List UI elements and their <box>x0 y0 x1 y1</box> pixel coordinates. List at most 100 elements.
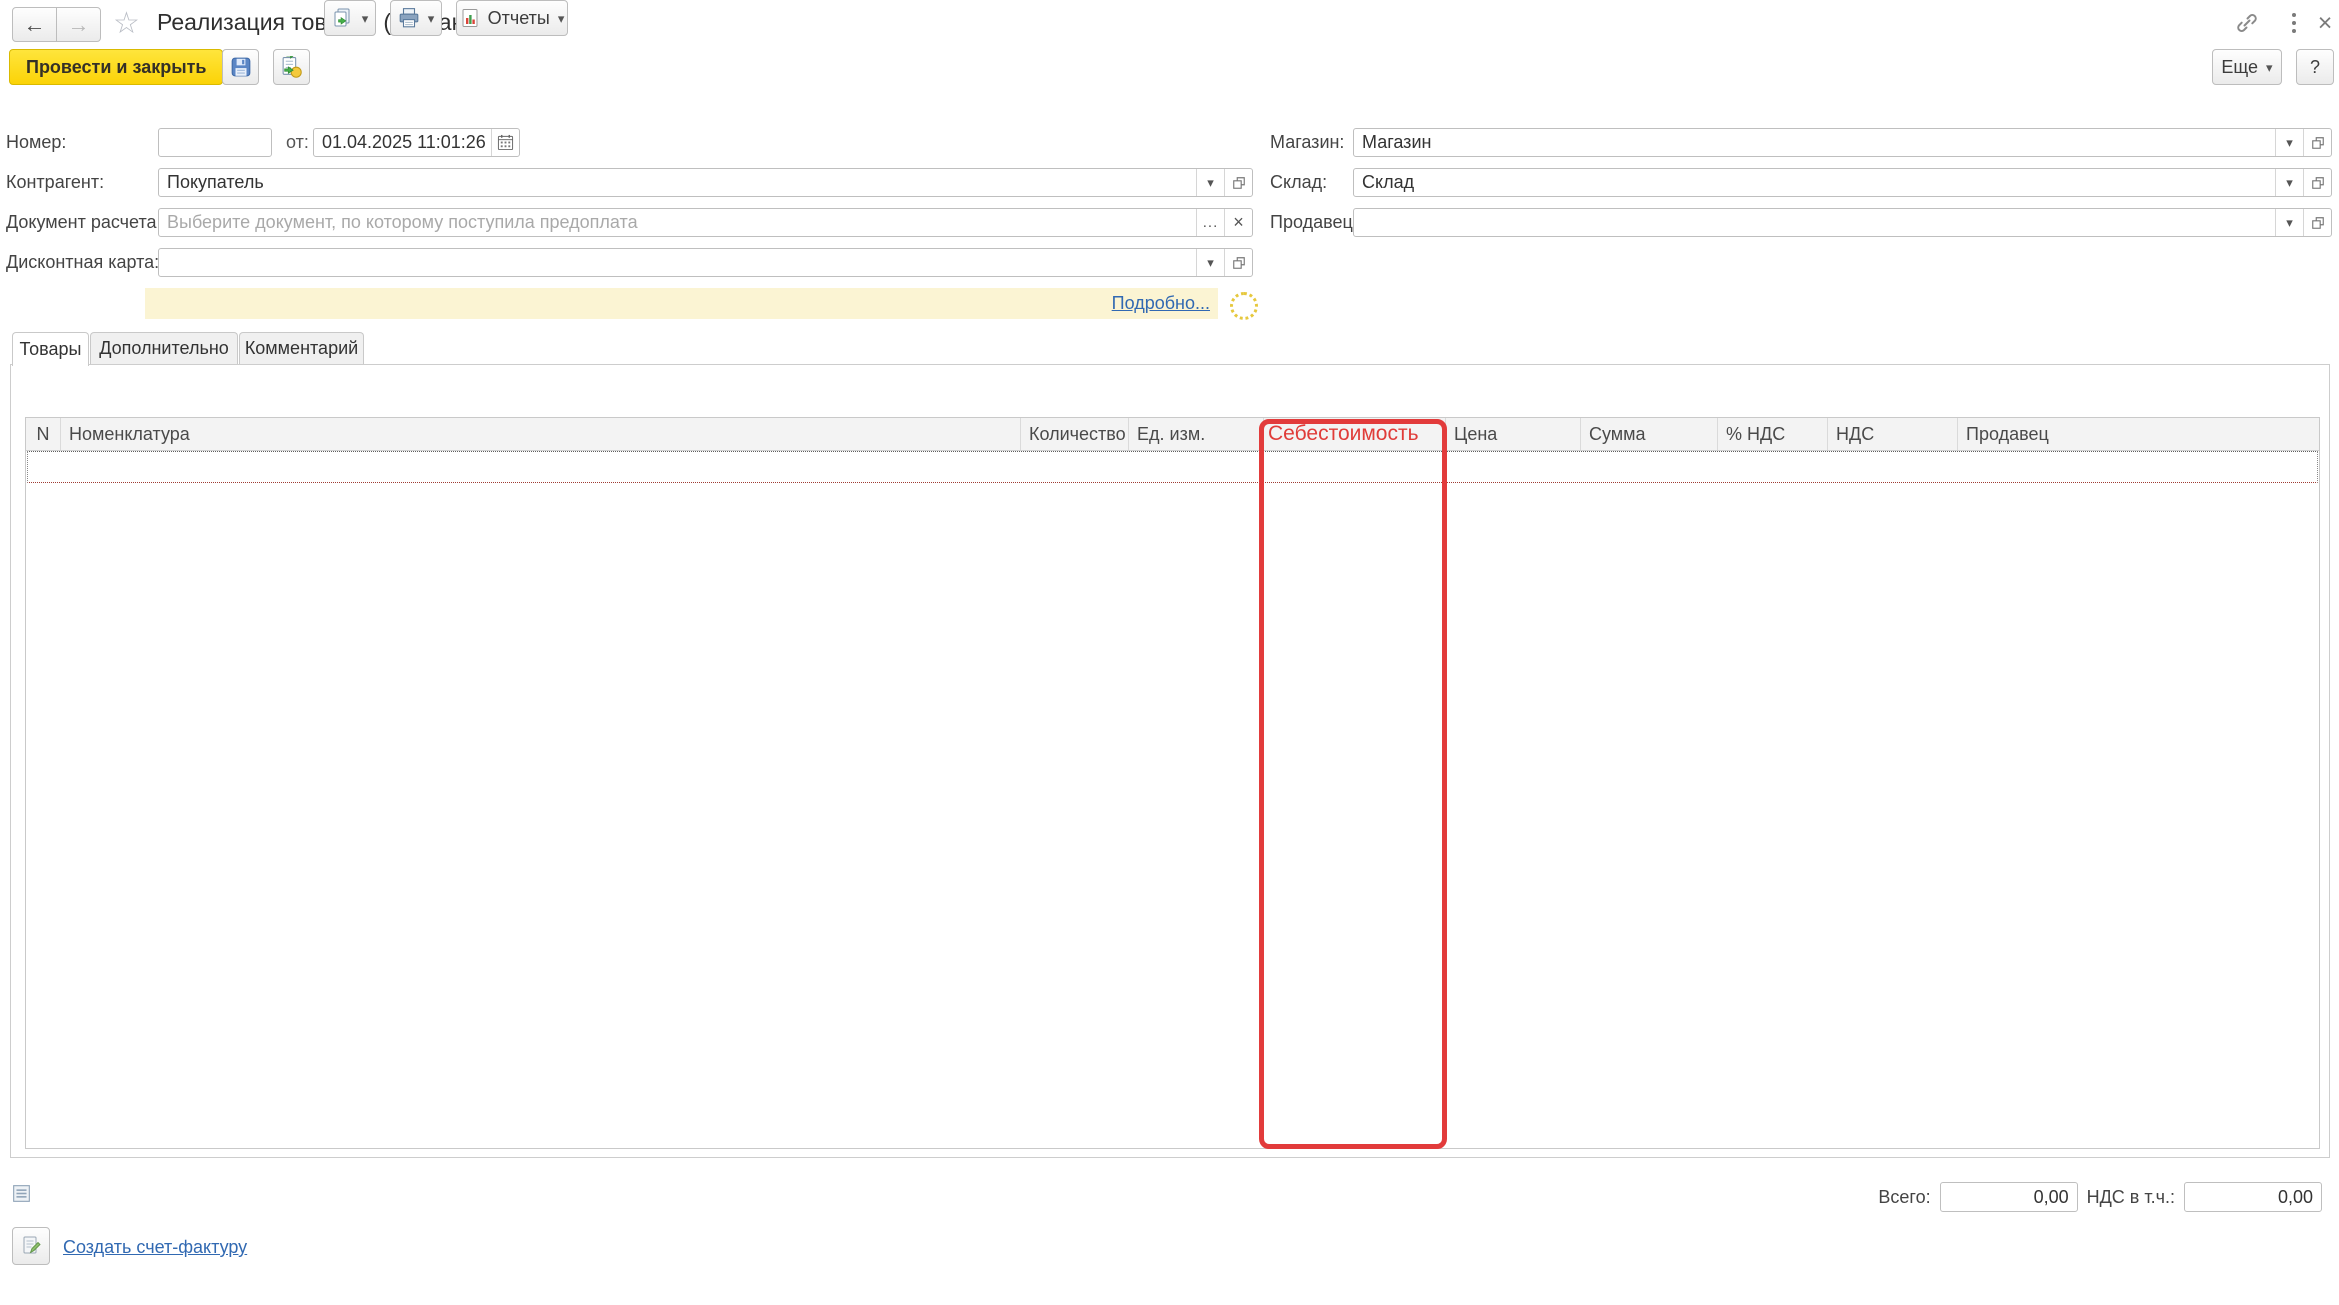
reports-button[interactable]: Отчеты ▾ <box>456 0 568 36</box>
chevron-down-icon: ▾ <box>1207 176 1214 189</box>
seller-dropdown-button[interactable]: ▾ <box>2275 209 2303 236</box>
column-header-seller[interactable]: Продавец <box>1958 418 2319 450</box>
vat-total-value: 0,00 <box>2278 1187 2313 1208</box>
column-header-nomenclature[interactable]: Номенклатура <box>61 418 1021 450</box>
open-in-new-icon <box>2311 216 2325 230</box>
tab-additional[interactable]: Дополнительно <box>90 332 238 364</box>
discount-card-value <box>159 249 1196 276</box>
column-header-sum[interactable]: Сумма <box>1581 418 1718 450</box>
table-settings-icon[interactable] <box>12 1184 31 1208</box>
dropdown-icon: ▾ <box>2266 61 2273 74</box>
table-current-row[interactable] <box>27 451 2318 483</box>
seller-open-button[interactable] <box>2303 209 2331 236</box>
get-link-icon[interactable] <box>2234 10 2260 36</box>
kebab-dots-icon <box>2292 11 2296 35</box>
warehouse-open-button[interactable] <box>2303 169 2331 196</box>
back-button[interactable]: ← <box>12 7 57 42</box>
forward-button[interactable]: → <box>56 7 101 42</box>
discount-card-dropdown-button[interactable]: ▾ <box>1196 249 1224 276</box>
print-button[interactable]: ▾ <box>390 0 442 36</box>
more-button-top[interactable]: Еще ▾ <box>2212 49 2282 85</box>
store-dropdown-button[interactable]: ▾ <box>2275 129 2303 156</box>
counterparty-value: Покупатель <box>159 169 1196 196</box>
calendar-button[interactable] <box>491 129 519 156</box>
info-bar: Подробно... <box>145 288 1218 319</box>
column-header-vat[interactable]: НДС <box>1828 418 1958 450</box>
open-in-new-icon <box>2311 176 2325 190</box>
settlement-doc-clear-button[interactable]: × <box>1224 209 1252 236</box>
reports-label: Отчеты <box>488 8 550 29</box>
tab-goods[interactable]: Товары <box>12 332 89 366</box>
dropdown-icon: ▾ <box>428 12 435 25</box>
post-document-button[interactable] <box>273 49 310 85</box>
column-header-unit[interactable]: Ед. изм. <box>1129 418 1264 450</box>
discount-card-label: Дисконтная карта: <box>6 248 159 277</box>
open-in-new-icon <box>2311 136 2325 150</box>
store-open-button[interactable] <box>2303 129 2331 156</box>
column-header-cost[interactable]: Себестоимость <box>1264 418 1446 450</box>
settlement-doc-choose-button[interactable]: ... <box>1196 209 1224 236</box>
total-label: Всего: <box>1878 1187 1930 1208</box>
more-label: Еще <box>2221 57 2258 78</box>
table-header-row: N Номенклатура Количество Ед. изм. Себес… <box>26 418 2319 451</box>
details-link[interactable]: Подробно... <box>1112 293 1210 314</box>
chevron-down-icon: ▾ <box>2286 136 2293 149</box>
warehouse-input[interactable]: Склад ▾ <box>1353 168 2332 197</box>
store-value: Магазин <box>1354 129 2275 156</box>
number-label: Номер: <box>6 128 66 157</box>
column-header-price[interactable]: Цена <box>1446 418 1581 450</box>
column-header-quantity[interactable]: Количество <box>1021 418 1129 450</box>
busy-spinner-icon <box>1230 292 1258 320</box>
counterparty-dropdown-button[interactable]: ▾ <box>1196 169 1224 196</box>
help-button[interactable]: ? <box>2296 49 2334 85</box>
printer-icon <box>398 7 420 29</box>
column-header-vat-percent[interactable]: % НДС <box>1718 418 1828 450</box>
floppy-disk-icon <box>230 56 252 78</box>
total-value: 0,00 <box>2034 1187 2069 1208</box>
close-window-icon[interactable]: × <box>2312 10 2338 36</box>
open-in-new-icon <box>1232 256 1246 270</box>
clear-x-icon: × <box>1233 212 1244 233</box>
goods-table: N Номенклатура Количество Ед. изм. Себес… <box>25 417 2320 1149</box>
column-header-n[interactable]: N <box>26 418 61 450</box>
counterparty-label: Контрагент: <box>6 168 104 197</box>
invoice-document-icon <box>20 1235 42 1257</box>
discount-card-input[interactable]: ▾ <box>158 248 1253 277</box>
ellipsis-icon: ... <box>1203 214 1219 231</box>
date-from-label: от: <box>286 128 309 157</box>
settlement-doc-placeholder: Выберите документ, по которому поступила… <box>159 209 1196 236</box>
forward-icon: → <box>68 12 90 38</box>
discount-card-open-button[interactable] <box>1224 249 1252 276</box>
create-invoice-button[interactable] <box>12 1227 50 1265</box>
create-based-on-button[interactable]: ▾ <box>324 0 376 36</box>
totals-bar: Всего: 0,00 НДС в т.ч.: 0,00 <box>1878 1182 2322 1212</box>
post-and-close-button[interactable]: Провести и закрыть <box>9 49 223 85</box>
calendar-icon <box>497 134 514 151</box>
date-value: 01.04.2025 11:01:26 <box>314 129 491 156</box>
number-input[interactable] <box>158 128 272 157</box>
dropdown-icon: ▾ <box>362 12 369 25</box>
settlement-doc-input[interactable]: Выберите документ, по которому поступила… <box>158 208 1253 237</box>
counterparty-open-button[interactable] <box>1224 169 1252 196</box>
warehouse-dropdown-button[interactable]: ▾ <box>2275 169 2303 196</box>
dropdown-icon: ▾ <box>558 12 565 25</box>
store-input[interactable]: Магазин ▾ <box>1353 128 2332 157</box>
warehouse-label: Склад: <box>1270 168 1327 197</box>
chevron-down-icon: ▾ <box>2286 176 2293 189</box>
seller-input[interactable]: ▾ <box>1353 208 2332 237</box>
total-value-field[interactable]: 0,00 <box>1940 1182 2078 1212</box>
seller-value <box>1354 209 2275 236</box>
seller-label: Продавец: <box>1270 208 1358 237</box>
date-input[interactable]: 01.04.2025 11:01:26 <box>313 128 520 157</box>
save-button[interactable] <box>222 49 259 85</box>
create-invoice-link[interactable]: Создать счет-фактуру <box>63 1237 247 1258</box>
chain-link-icon <box>2236 12 2258 34</box>
counterparty-input[interactable]: Покупатель ▾ <box>158 168 1253 197</box>
favorite-star-icon[interactable]: ☆ <box>113 6 140 41</box>
document-window: ← → ☆ Реализация товаров (создание) * × … <box>0 0 2339 1305</box>
chevron-down-icon: ▾ <box>2286 216 2293 229</box>
window-menu-icon[interactable] <box>2281 10 2307 36</box>
tab-comment[interactable]: Комментарий <box>239 332 364 364</box>
vat-total-value-field[interactable]: 0,00 <box>2184 1182 2322 1212</box>
warehouse-value: Склад <box>1354 169 2275 196</box>
